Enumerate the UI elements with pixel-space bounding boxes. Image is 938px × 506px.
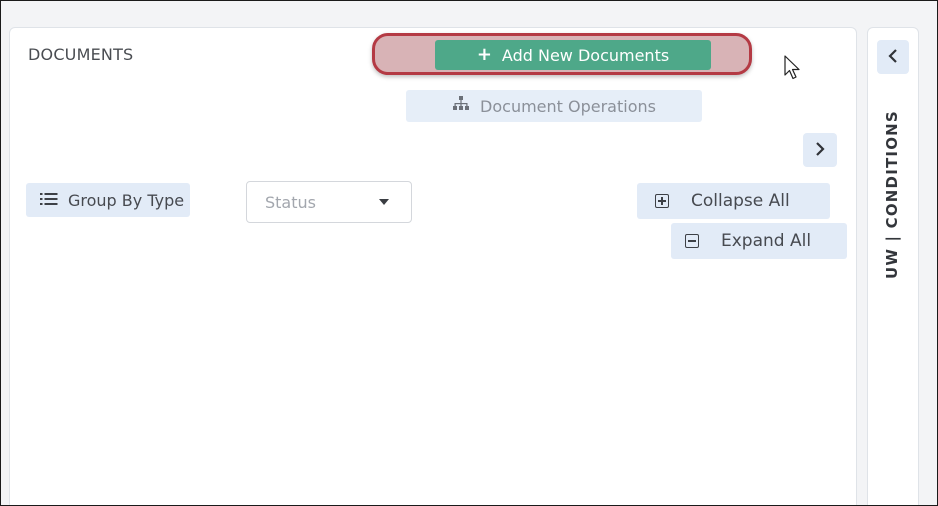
status-select[interactable]: Status <box>246 181 412 223</box>
list-icon <box>40 191 58 210</box>
expand-all-label: Expand All <box>721 231 812 251</box>
sitemap-icon <box>452 96 470 116</box>
status-placeholder: Status <box>265 192 316 212</box>
chevron-left-icon <box>888 47 898 68</box>
plus-icon: + <box>476 44 492 65</box>
group-by-type-button[interactable]: Group By Type <box>26 183 190 217</box>
app-frame: DOCUMENTS + Add New Documents Document O… <box>0 0 938 506</box>
minus-square-icon <box>685 234 699 248</box>
uw-conditions-tab[interactable]: UW | CONDITIONS <box>878 90 906 300</box>
add-button-highlight: + Add New Documents <box>372 33 752 75</box>
next-button[interactable] <box>803 133 837 167</box>
expand-all-button[interactable]: Expand All <box>671 223 847 259</box>
chevron-right-icon <box>815 140 825 161</box>
collapse-all-button[interactable]: Collapse All <box>637 183 830 219</box>
document-operations-button[interactable]: Document Operations <box>406 90 702 122</box>
group-by-type-label: Group By Type <box>68 190 185 210</box>
add-new-documents-label: Add New Documents <box>501 45 670 65</box>
uw-conditions-rail: UW | CONDITIONS <box>867 27 919 505</box>
document-operations-label: Document Operations <box>480 96 656 116</box>
documents-panel: DOCUMENTS + Add New Documents Document O… <box>9 27 857 505</box>
add-new-documents-button[interactable]: + Add New Documents <box>435 40 711 70</box>
plus-square-icon <box>655 194 669 208</box>
documents-title: DOCUMENTS <box>28 45 134 64</box>
mouse-pointer-icon <box>784 55 802 85</box>
collapse-rail-button[interactable] <box>877 40 909 74</box>
caret-down-icon <box>379 199 389 205</box>
collapse-all-label: Collapse All <box>691 191 790 211</box>
